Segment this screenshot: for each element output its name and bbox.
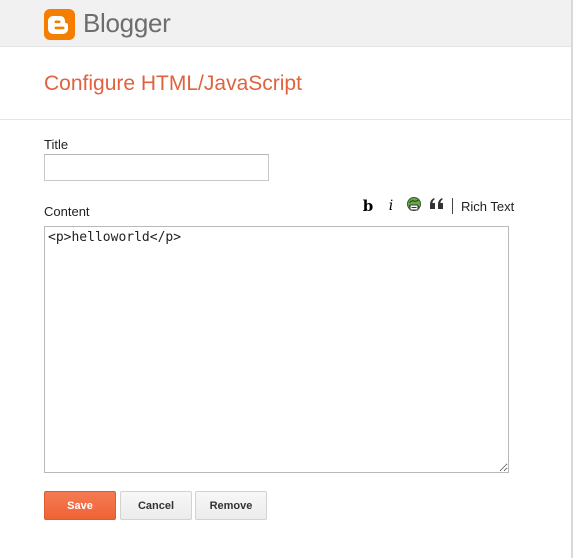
title-input[interactable]: [44, 154, 269, 181]
italic-button[interactable]: i: [380, 195, 402, 217]
remove-button[interactable]: Remove: [195, 491, 267, 520]
editor-toolbar: b i Rich Text: [357, 195, 514, 217]
toolbar-divider: [452, 198, 453, 214]
blogger-logo-icon[interactable]: [44, 9, 75, 40]
app-header: Blogger: [0, 0, 571, 47]
cancel-button[interactable]: Cancel: [120, 491, 192, 520]
bold-button[interactable]: b: [357, 195, 379, 217]
quote-button[interactable]: [426, 195, 448, 217]
title-label: Title: [44, 137, 69, 152]
widget-config-page: Blogger Configure HTML/JavaScript Title …: [0, 0, 573, 558]
link-button[interactable]: [403, 195, 425, 217]
save-button[interactable]: Save: [44, 491, 116, 520]
content-textarea[interactable]: [44, 226, 509, 473]
content-label: Content: [44, 204, 90, 219]
rich-text-toggle[interactable]: Rich Text: [461, 199, 514, 214]
page-title: Configure HTML/JavaScript: [44, 72, 302, 95]
link-icon: [406, 196, 422, 217]
brand-name: Blogger: [83, 8, 171, 38]
quote-icon: [429, 197, 445, 216]
